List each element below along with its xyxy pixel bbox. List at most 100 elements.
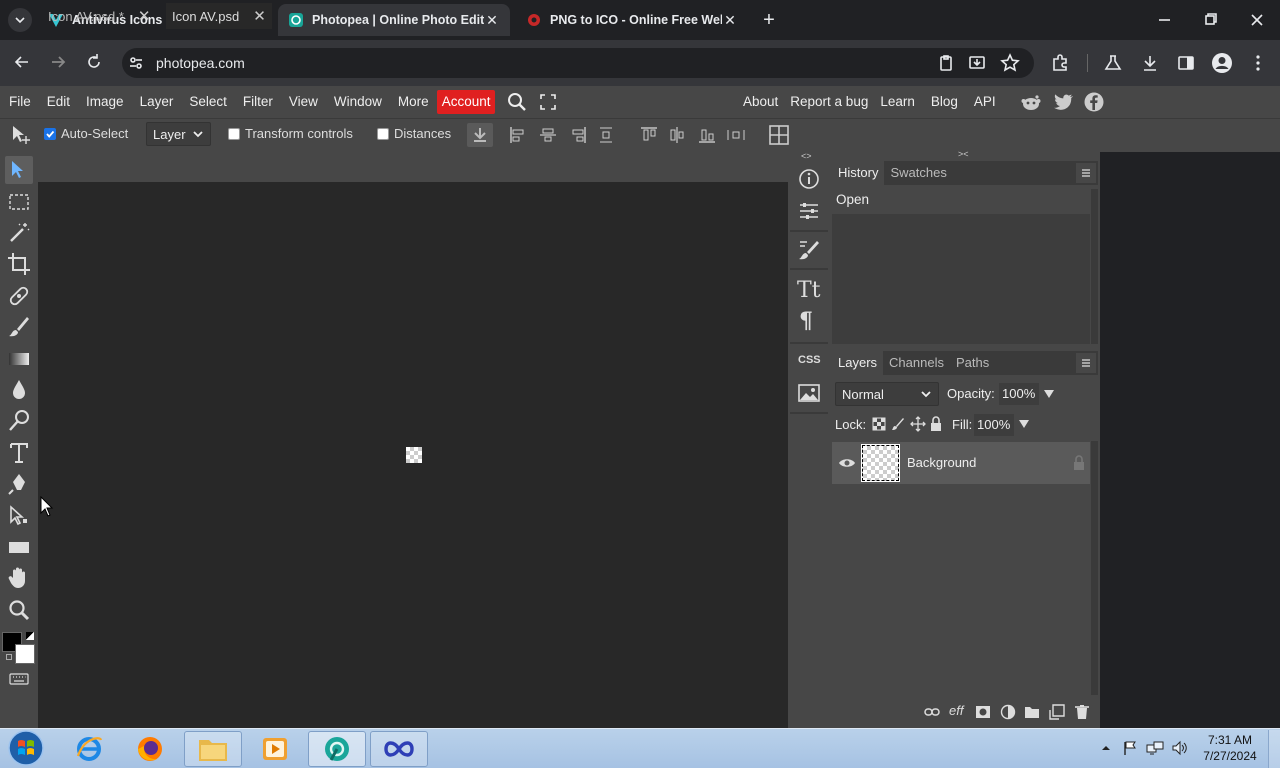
tab-layers[interactable]: Layers xyxy=(832,351,884,375)
transform-controls-checkbox[interactable] xyxy=(228,127,240,140)
taskbar-chrome-active[interactable] xyxy=(308,731,366,767)
transform-controls-option[interactable]: Transform controls xyxy=(228,126,353,141)
paragraph-icon[interactable]: ¶ xyxy=(799,308,813,334)
lock-pixels-icon[interactable] xyxy=(891,417,905,431)
doc-tab-icon-av[interactable]: Icon AV.psd ✕ xyxy=(166,3,272,29)
menu-layer[interactable]: Layer xyxy=(132,90,182,114)
crop-tool-icon[interactable] xyxy=(5,250,33,278)
opacity-input[interactable]: 100% xyxy=(999,383,1039,405)
collapse-panels-icon[interactable]: >< xyxy=(958,149,969,159)
auto-select-checkbox[interactable] xyxy=(44,127,56,140)
browser-menu-icon[interactable] xyxy=(1250,53,1266,73)
panel-menu-icon[interactable] xyxy=(1076,163,1096,183)
type-tool-icon[interactable] xyxy=(5,439,33,467)
fill-dropdown-arrow-icon[interactable] xyxy=(1018,418,1030,430)
align-middle-v-icon[interactable] xyxy=(668,126,686,144)
blur-drop-tool-icon[interactable] xyxy=(5,376,33,404)
lock-transparency-icon[interactable] xyxy=(872,417,886,431)
show-hidden-icons-icon[interactable] xyxy=(1101,743,1111,753)
document-canvas[interactable] xyxy=(406,447,422,463)
layer-effects-icon[interactable]: eff xyxy=(949,703,963,718)
align-top-icon[interactable] xyxy=(640,126,658,144)
side-panel-icon[interactable] xyxy=(1176,53,1196,73)
restore-window-icon[interactable] xyxy=(1202,10,1220,30)
canvas-workspace[interactable] xyxy=(38,152,788,728)
menu-blog[interactable]: Blog xyxy=(923,90,966,114)
brush-tool-icon[interactable] xyxy=(5,313,33,341)
zoom-tool-icon[interactable] xyxy=(5,596,33,624)
image-icon[interactable] xyxy=(797,382,821,404)
brush-settings-icon[interactable] xyxy=(797,238,821,262)
menu-report-bug[interactable]: Report a bug xyxy=(786,90,872,114)
start-button[interactable] xyxy=(6,729,46,767)
browser-tab-photopea[interactable]: Photopea | Online Photo Editor ✕ xyxy=(278,4,510,36)
taskbar-internet-explorer[interactable] xyxy=(60,731,118,767)
distances-checkbox[interactable] xyxy=(377,127,389,140)
swap-colors-icon[interactable] xyxy=(26,632,34,640)
menu-edit[interactable]: Edit xyxy=(39,90,78,114)
eye-visibility-icon[interactable] xyxy=(838,456,856,470)
color-swatches[interactable] xyxy=(2,630,36,666)
reddit-icon[interactable] xyxy=(1020,92,1042,112)
browser-tab-png-to-ico[interactable]: PNG to ICO - Online Free Web ✕ xyxy=(516,4,748,36)
tab-swatches[interactable]: Swatches xyxy=(884,161,952,185)
taskbar-media-player[interactable] xyxy=(246,731,304,767)
menu-about[interactable]: About xyxy=(735,90,786,114)
site-settings-icon[interactable] xyxy=(128,55,144,71)
tab-paths[interactable]: Paths xyxy=(950,351,995,375)
align-left-icon[interactable] xyxy=(509,126,527,144)
delete-layer-trash-icon[interactable] xyxy=(1074,704,1090,720)
blend-mode-dropdown[interactable]: Normal xyxy=(835,382,939,406)
info-icon[interactable] xyxy=(797,167,821,191)
minimize-window-icon[interactable] xyxy=(1156,10,1174,30)
distribute-horizontal-icon[interactable] xyxy=(726,126,746,144)
gradient-tool-icon[interactable] xyxy=(5,345,33,373)
network-icon[interactable] xyxy=(1146,740,1164,756)
layer-row-background[interactable]: Background xyxy=(832,442,1090,484)
downloads-icon[interactable] xyxy=(1140,53,1160,73)
menu-learn[interactable]: Learn xyxy=(872,90,923,114)
magic-wand-tool-icon[interactable] xyxy=(5,219,33,247)
panel-menu-icon[interactable] xyxy=(1076,353,1096,373)
taskbar-app-infinity[interactable] xyxy=(370,731,428,767)
back-arrow-icon[interactable] xyxy=(12,52,32,72)
menu-filter[interactable]: Filter xyxy=(235,90,281,114)
opacity-dropdown-arrow-icon[interactable] xyxy=(1043,388,1055,400)
link-layers-icon[interactable] xyxy=(924,705,940,719)
twitter-icon[interactable] xyxy=(1053,93,1074,111)
install-app-icon[interactable] xyxy=(968,54,986,72)
close-tab-icon[interactable]: ✕ xyxy=(484,12,500,29)
auto-select-option[interactable]: Auto-Select xyxy=(44,126,128,141)
menu-view[interactable]: View xyxy=(281,90,326,114)
fill-input[interactable]: 100% xyxy=(974,414,1014,436)
profile-avatar-icon[interactable] xyxy=(1211,52,1233,74)
css-panel-button[interactable]: CSS xyxy=(798,354,821,366)
default-colors-icon[interactable] xyxy=(6,654,12,660)
reload-icon[interactable] xyxy=(84,52,104,72)
tab-search-button[interactable] xyxy=(8,8,32,32)
menu-image[interactable]: Image xyxy=(78,90,132,114)
taskbar-file-explorer[interactable] xyxy=(184,731,242,767)
facebook-icon[interactable] xyxy=(1084,92,1104,112)
hand-tool-icon[interactable] xyxy=(5,564,33,592)
move-tool-button[interactable] xyxy=(5,156,33,184)
search-icon[interactable] xyxy=(507,92,527,112)
forward-arrow-icon[interactable] xyxy=(48,52,68,72)
account-button[interactable]: Account xyxy=(436,90,496,114)
new-group-folder-icon[interactable] xyxy=(1024,705,1040,719)
background-color-swatch[interactable] xyxy=(15,644,35,664)
show-desktop-button[interactable] xyxy=(1268,730,1280,768)
download-align-icon[interactable] xyxy=(467,123,493,147)
align-bottom-icon[interactable] xyxy=(698,126,716,144)
menu-file[interactable]: File xyxy=(1,90,39,114)
history-entry-open[interactable]: Open xyxy=(832,189,1090,213)
character-icon[interactable]: Tt xyxy=(797,278,821,303)
close-window-icon[interactable] xyxy=(1248,10,1266,30)
menu-select[interactable]: Select xyxy=(181,90,235,114)
action-center-flag-icon[interactable] xyxy=(1122,740,1138,756)
rectangle-tool-icon[interactable] xyxy=(5,533,33,561)
align-center-h-icon[interactable] xyxy=(539,126,557,144)
lock-position-icon[interactable] xyxy=(910,416,926,432)
menu-window[interactable]: Window xyxy=(326,90,390,114)
doc-tab-icon-av-modified[interactable]: Icon AV.psd * ✕ xyxy=(42,3,156,29)
